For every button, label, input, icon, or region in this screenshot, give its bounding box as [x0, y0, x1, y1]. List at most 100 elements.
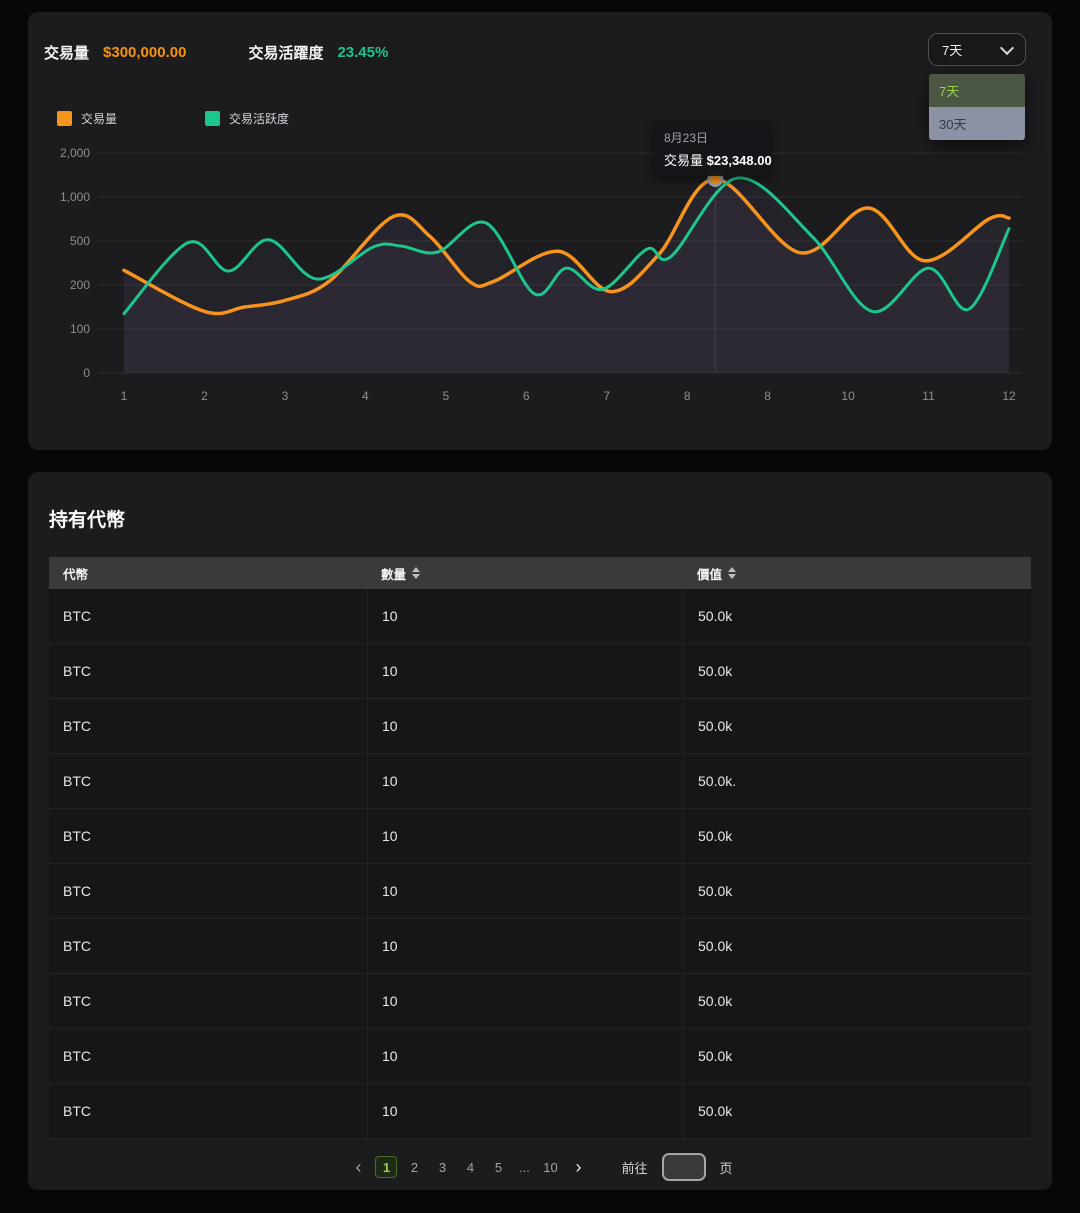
cell-token: BTC: [49, 589, 367, 643]
cell-amount: 10: [367, 754, 683, 808]
table-row: BTC1050.0k: [49, 864, 1031, 919]
legend-item[interactable]: 交易活跃度: [205, 110, 289, 127]
x-axis-tick-label: 11: [922, 389, 935, 403]
cell-amount: 10: [367, 974, 683, 1028]
pagination: ‹ 12345... 10 › 前往 页: [28, 1153, 1052, 1181]
page-button-1[interactable]: 1: [375, 1156, 397, 1178]
legend-swatch-icon: [57, 111, 72, 126]
holdings-title: 持有代幣: [28, 472, 1052, 532]
table-row: BTC1050.0k: [49, 589, 1031, 644]
cell-token: BTC: [49, 809, 367, 863]
table-row: BTC1050.0k.: [49, 754, 1031, 809]
cell-value: 50.0k: [683, 864, 1031, 918]
page-button-5[interactable]: 5: [487, 1156, 509, 1178]
legend-swatch-icon: [205, 111, 220, 126]
x-axis-tick-label: 5: [442, 389, 449, 403]
chart-legend: 交易量 交易活跃度: [57, 110, 377, 127]
page-button-3[interactable]: 3: [431, 1156, 453, 1178]
period-dropdown-button[interactable]: 7天: [928, 33, 1026, 66]
prev-page-button[interactable]: ‹: [347, 1156, 369, 1178]
sort-asc-icon: [412, 567, 420, 572]
cell-amount: 10: [367, 809, 683, 863]
sort-desc-icon: [728, 574, 736, 579]
x-axis-tick-label: 7: [603, 389, 610, 403]
cell-value: 50.0k: [683, 589, 1031, 643]
page-unit-label: 页: [720, 1158, 733, 1177]
column-header: 代幣: [49, 564, 367, 583]
tooltip-series-label: 交易量: [664, 153, 703, 168]
cell-amount: 10: [367, 864, 683, 918]
table-body: BTC1050.0kBTC1050.0kBTC1050.0kBTC1050.0k…: [49, 589, 1031, 1139]
cell-value: 50.0k: [683, 919, 1031, 973]
x-axis-tick-label: 8: [684, 389, 691, 403]
page-button-2[interactable]: 2: [403, 1156, 425, 1178]
x-axis-tick-label: 4: [362, 389, 369, 403]
legend-label: 交易活跃度: [229, 110, 289, 127]
sort-icon[interactable]: [412, 567, 420, 579]
tooltip-value-line: 交易量 $23,348.00: [664, 150, 760, 169]
goto-page-label: 前往: [621, 1158, 647, 1177]
table-row: BTC1050.0k: [49, 1084, 1031, 1139]
table-row: BTC1050.0k: [49, 699, 1031, 754]
table-row: BTC1050.0k: [49, 919, 1031, 974]
legend-item[interactable]: 交易量: [57, 110, 117, 127]
table-row: BTC1050.0k: [49, 974, 1031, 1029]
y-axis-tick-label: 1,000: [60, 190, 90, 204]
tooltip-value: $23,348.00: [707, 153, 772, 168]
y-axis-tick-label: 100: [70, 322, 90, 336]
cell-value: 50.0k: [683, 809, 1031, 863]
cell-token: BTC: [49, 699, 367, 753]
table-row: BTC1050.0k: [49, 644, 1031, 699]
cell-token: BTC: [49, 1029, 367, 1083]
x-axis-tick-label: 12: [1002, 389, 1016, 403]
cell-amount: 10: [367, 644, 683, 698]
cell-token: BTC: [49, 754, 367, 808]
cell-value: 50.0k: [683, 1084, 1031, 1138]
cell-token: BTC: [49, 919, 367, 973]
chart-tooltip: 8月23日 交易量 $23,348.00: [653, 122, 771, 176]
sort-asc-icon: [728, 567, 736, 572]
cell-value: 50.0k: [683, 699, 1031, 753]
period-option-7天[interactable]: 7天: [929, 74, 1025, 107]
cell-amount: 10: [367, 589, 683, 643]
page-button-4[interactable]: 4: [459, 1156, 481, 1178]
tooltip-date: 8月23日: [664, 129, 760, 146]
table-row: BTC1050.0k: [49, 809, 1031, 864]
y-axis-tick-label: 500: [70, 234, 90, 248]
cell-token: BTC: [49, 864, 367, 918]
period-option-30天[interactable]: 30天: [929, 107, 1025, 140]
y-axis-tick-label: 2,000: [60, 146, 90, 160]
y-axis-tick-label: 200: [70, 278, 90, 292]
cell-amount: 10: [367, 919, 683, 973]
holdings-table: 代幣數量價值 BTC1050.0kBTC1050.0kBTC1050.0kBTC…: [49, 557, 1031, 1139]
column-header[interactable]: 數量: [367, 564, 683, 583]
table-header-row: 代幣 數量 價值: [49, 557, 1031, 589]
column-header[interactable]: 價值: [683, 564, 1031, 583]
chevron-down-icon: [1000, 40, 1014, 54]
sort-desc-icon: [412, 574, 420, 579]
chart-card: 交易量 $300,000.00 交易活躍度 23.45% 7天 7天30天 交易…: [28, 12, 1052, 450]
pagination-ellipsis: ...: [515, 1160, 533, 1175]
sort-icon[interactable]: [728, 567, 736, 579]
x-axis-tick-label: 3: [282, 389, 289, 403]
goto-page-input[interactable]: [662, 1153, 706, 1181]
x-axis-tick-label: 10: [841, 389, 855, 403]
period-dropdown-menu: 7天30天: [929, 74, 1025, 140]
cell-value: 50.0k: [683, 1029, 1031, 1083]
next-page-button[interactable]: ›: [567, 1156, 589, 1178]
x-axis-tick-label: 2: [201, 389, 208, 403]
line-chart[interactable]: 01002005001,0002,000123456788101112: [28, 12, 1052, 450]
legend-label: 交易量: [81, 110, 117, 127]
page-button-10[interactable]: 10: [539, 1156, 561, 1178]
table-row: BTC1050.0k: [49, 1029, 1031, 1084]
x-axis-tick-label: 8: [764, 389, 771, 403]
period-dropdown-value: 7天: [942, 40, 962, 59]
cell-value: 50.0k: [683, 644, 1031, 698]
cell-amount: 10: [367, 1084, 683, 1138]
cell-amount: 10: [367, 699, 683, 753]
holdings-card: 持有代幣 代幣數量價值 BTC1050.0kBTC1050.0kBTC1050.…: [28, 472, 1052, 1190]
x-axis-tick-label: 1: [121, 389, 128, 403]
cell-value: 50.0k: [683, 974, 1031, 1028]
column-header-label: 代幣: [63, 564, 88, 583]
column-header-label: 數量: [381, 564, 406, 583]
